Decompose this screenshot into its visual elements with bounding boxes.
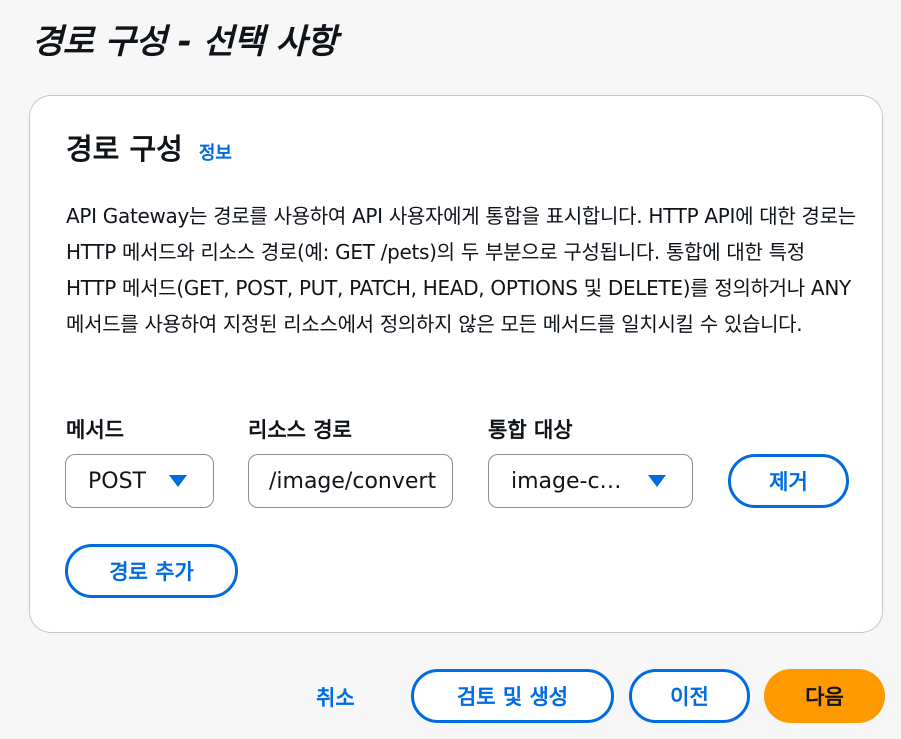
card-header: 경로 구성 정보 [66,126,232,168]
add-route-button[interactable]: 경로 추가 [65,544,238,598]
integration-target-label: 통합 대상 [488,418,573,442]
previous-button[interactable]: 이전 [629,669,750,723]
method-label: 메서드 [66,418,124,442]
caret-down-icon [648,475,666,487]
resource-path-input[interactable] [249,468,452,494]
caret-down-icon [169,475,187,487]
method-select[interactable]: POST [65,454,214,508]
method-select-value: POST [88,468,146,494]
next-button[interactable]: 다음 [764,669,885,723]
cancel-button[interactable]: 취소 [316,682,355,712]
card-title: 경로 구성 [66,132,183,166]
integration-target-value: image-c… [511,468,622,494]
description-text: API Gateway는 경로를 사용하여 API 사용자에게 통합을 표시합니… [66,204,856,336]
info-link[interactable]: 정보 [199,139,232,165]
review-and-create-button[interactable]: 검토 및 생성 [411,669,614,723]
integration-target-select[interactable]: image-c… [488,454,693,508]
resource-path-label: 리소스 경로 [248,418,352,442]
remove-button[interactable]: 제거 [728,454,849,508]
resource-path-field[interactable] [248,454,453,508]
page-title: 경로 구성 - 선택 사항 [32,22,338,62]
route-configuration-card: 경로 구성 정보 API Gateway는 경로를 사용하여 API 사용자에게… [29,95,883,633]
